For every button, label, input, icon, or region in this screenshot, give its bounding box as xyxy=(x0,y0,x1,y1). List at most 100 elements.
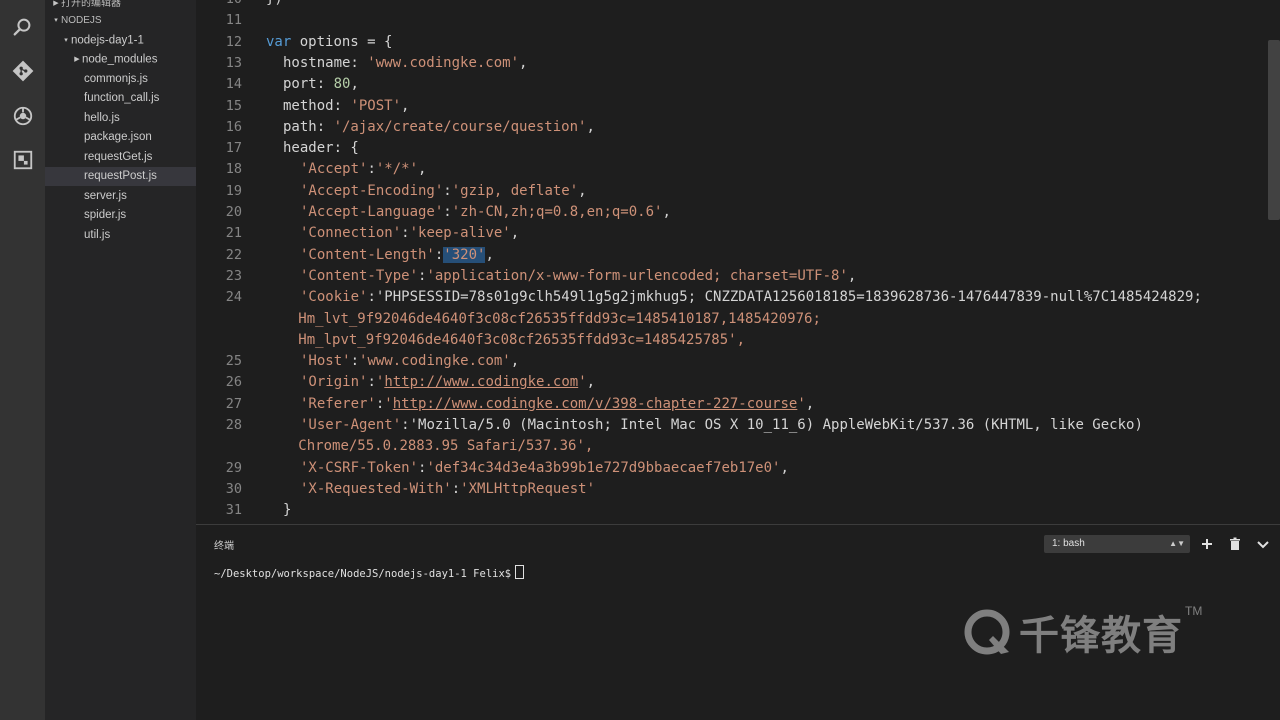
code-text: 'X-Requested-With':'XMLHttpRequest' xyxy=(300,480,596,497)
folder-nodejs-day1-1[interactable]: ▾ nodejs-day1-1 xyxy=(45,31,212,50)
trash-icon xyxy=(1230,537,1240,550)
code-text: 'Host':'www.codingke.com', xyxy=(300,353,520,370)
code-line[interactable]: 30 'X-Requested-With':'XMLHttpRequest' xyxy=(196,479,1280,500)
search-icon[interactable] xyxy=(10,14,35,39)
editor-scrollbar[interactable] xyxy=(1268,40,1280,220)
code-text: 'Cookie':'PHPSESSID=78s01g9clh549l1g5g2j… xyxy=(300,289,1202,306)
sidebar-item-label: package.json xyxy=(84,131,152,143)
code-line[interactable]: 13 hostname: 'www.codingke.com', xyxy=(196,53,1280,74)
collapse-panel-button[interactable] xyxy=(1254,534,1272,554)
code-line[interactable]: 16 path: '/ajax/create/course/question', xyxy=(196,117,1280,138)
line-number: 28 xyxy=(225,417,242,433)
line-number: 18 xyxy=(225,161,242,178)
watermark-text: 千锋教育 xyxy=(1019,613,1183,659)
debug-icon[interactable] xyxy=(10,103,35,128)
chevron-right-icon: ▶ xyxy=(74,56,80,63)
code-line[interactable]: 23 'Content-Type':'application/x-www-form… xyxy=(196,266,1280,287)
code-line[interactable]: 24 'Cookie':'PHPSESSID=78s01g9clh549l1g5g… xyxy=(196,287,1280,308)
code-text: port: 80, xyxy=(283,76,359,93)
code-text: header: { xyxy=(283,140,359,157)
code-line[interactable]: 19 'Accept-Encoding':'gzip, deflate', xyxy=(196,181,1280,202)
sidebar-item-label: hello.js xyxy=(84,112,120,124)
code-text: hostname: 'www.codingke.com', xyxy=(283,54,528,71)
line-number: 24 xyxy=(225,289,242,306)
vscode-window: ▶ 打开的编辑器 ▾ NODEJS ▾ nodejs-day1-1 ▶ node_mod… xyxy=(0,0,1280,720)
code-line[interactable]: 26 'Origin':'http://www.codingke.com', xyxy=(196,372,1280,393)
line-number: 27 xyxy=(225,395,242,412)
workspace-section[interactable]: ▾ NODEJS xyxy=(45,11,202,30)
activity-bar xyxy=(0,0,45,720)
line-number: 20 xyxy=(225,204,242,220)
line-number: 21 xyxy=(225,225,242,242)
extensions-icon[interactable] xyxy=(10,147,35,172)
line-number: 14 xyxy=(225,76,242,93)
line-number: 23 xyxy=(225,267,242,284)
line-number: 13 xyxy=(225,54,242,71)
code-line[interactable]: 11 xyxy=(196,10,1280,31)
code-text: Hm_lvt_9f92046de4640f3c08cf26535ffdd93c=… xyxy=(298,310,821,327)
code-line[interactable]: 22 'Content-Length':'320', xyxy=(196,245,1280,266)
chevron-down-icon xyxy=(1257,541,1269,549)
sidebar-item-label: util.js xyxy=(84,229,111,241)
workspace-label: NODEJS xyxy=(61,15,102,27)
code-line[interactable]: 28 'User-Agent':'Mozilla/5.0 (Macintosh; … xyxy=(196,415,1280,436)
line-number: 31 xyxy=(225,502,242,519)
code-line[interactable]: 18 'Accept':'*/*', xyxy=(196,159,1280,180)
git-icon[interactable] xyxy=(10,58,35,83)
sidebar-item-label: function_call.js xyxy=(84,92,160,104)
sidebar-item-label: node_modules xyxy=(82,53,158,66)
folder-label: nodejs-day1-1 xyxy=(71,34,144,47)
panel-title[interactable]: 终端 xyxy=(214,537,234,552)
code-text: 'Accept-Language':'zh-CN,zh;q=0.8,en;q=0… xyxy=(300,204,671,220)
line-number: 29 xyxy=(225,459,242,476)
line-number: 17 xyxy=(225,140,242,157)
line-number: 30 xyxy=(225,480,242,497)
terminal-select[interactable]: 1: bash ▲▼ xyxy=(1044,535,1190,553)
code-line[interactable]: Hm_lpvt_9f92046de4640f3c08cf26535ffdd93c… xyxy=(196,330,1280,351)
code-line[interactable]: 15 method: 'POST', xyxy=(196,96,1280,117)
line-number: 12 xyxy=(225,33,242,50)
code-text: 'Accept-Encoding':'gzip, deflate', xyxy=(300,182,587,199)
watermark: 千锋教育 TM xyxy=(963,604,1202,660)
code-line[interactable]: 17 header: { xyxy=(196,138,1280,159)
terminal-prompt-line[interactable]: ~/Desktop/workspace/NodeJS/nodejs-day1-1… xyxy=(214,565,525,580)
code-text: 'Content-Type':'application/x-www-form-u… xyxy=(300,267,857,284)
code-text: Hm_lpvt_9f92046de4640f3c08cf26535ffdd93c… xyxy=(298,331,746,348)
code-text: }) xyxy=(266,0,283,10)
chevron-down-icon: ▾ xyxy=(54,17,58,24)
add-terminal-button[interactable] xyxy=(1198,534,1216,554)
code-editor[interactable]: 10}) 11 12 var options = { 13 hostname: 'www.… xyxy=(196,0,1280,524)
code-text: } xyxy=(283,502,292,519)
sidebar-item-label: spider.js xyxy=(84,209,127,221)
code-line[interactable]: 27 'Referer':'http://www.codingke.com/v/3… xyxy=(196,394,1280,415)
code-line[interactable]: 21 'Connection':'keep-alive', xyxy=(196,223,1280,244)
code-line[interactable]: Hm_lvt_9f92046de4640f3c08cf26535ffdd93c=… xyxy=(196,309,1280,330)
sidebar-item-label: server.js xyxy=(84,190,127,202)
code-text: var options = { xyxy=(266,33,393,50)
code-text: Chrome/55.0.2883.95 Safari/537.36', xyxy=(298,438,594,455)
code-line[interactable]: 20 'Accept-Language':'zh-CN,zh;q=0.8,en;q… xyxy=(196,202,1280,223)
chevron-up-down-icon: ▲▼ xyxy=(1169,539,1185,548)
code-line[interactable]: 12 var options = { xyxy=(196,32,1280,53)
code-line[interactable]: Chrome/55.0.2883.95 Safari/537.36', xyxy=(196,436,1280,457)
code-line[interactable]: 14 port: 80, xyxy=(196,74,1280,95)
plus-icon xyxy=(1202,539,1212,549)
code-text: 'Accept':'*/*', xyxy=(300,161,427,178)
line-number: 25 xyxy=(225,353,242,370)
sidebar-item-label: requestGet.js xyxy=(84,151,153,163)
terminal-prompt: ~/Desktop/workspace/NodeJS/nodejs-day1-1… xyxy=(214,568,512,580)
code-line[interactable]: 25 'Host':'www.codingke.com', xyxy=(196,351,1280,372)
code-text: 'Connection':'keep-alive', xyxy=(300,225,520,242)
code-line[interactable]: 29 'X-CSRF-Token':'def34c34d3e4a3b99b1e72… xyxy=(196,458,1280,479)
code-line[interactable]: 31} xyxy=(196,500,1280,521)
logo-icon xyxy=(964,609,1010,655)
open-editors-label: 打开的编辑器 xyxy=(61,0,121,10)
sidebar-item-label: requestPost.js xyxy=(84,170,157,182)
explorer-sidebar: ▶ 打开的编辑器 ▾ NODEJS ▾ nodejs-day1-1 ▶ node_mod… xyxy=(45,0,235,720)
line-number: 16 xyxy=(225,118,242,135)
code-text: path: '/ajax/create/course/question', xyxy=(283,118,595,135)
line-number: 26 xyxy=(225,374,242,391)
code-line[interactable]: 10}) xyxy=(196,0,1280,10)
code-text: 'Origin':'http://www.codingke.com', xyxy=(300,374,596,391)
kill-terminal-button[interactable] xyxy=(1226,534,1244,554)
